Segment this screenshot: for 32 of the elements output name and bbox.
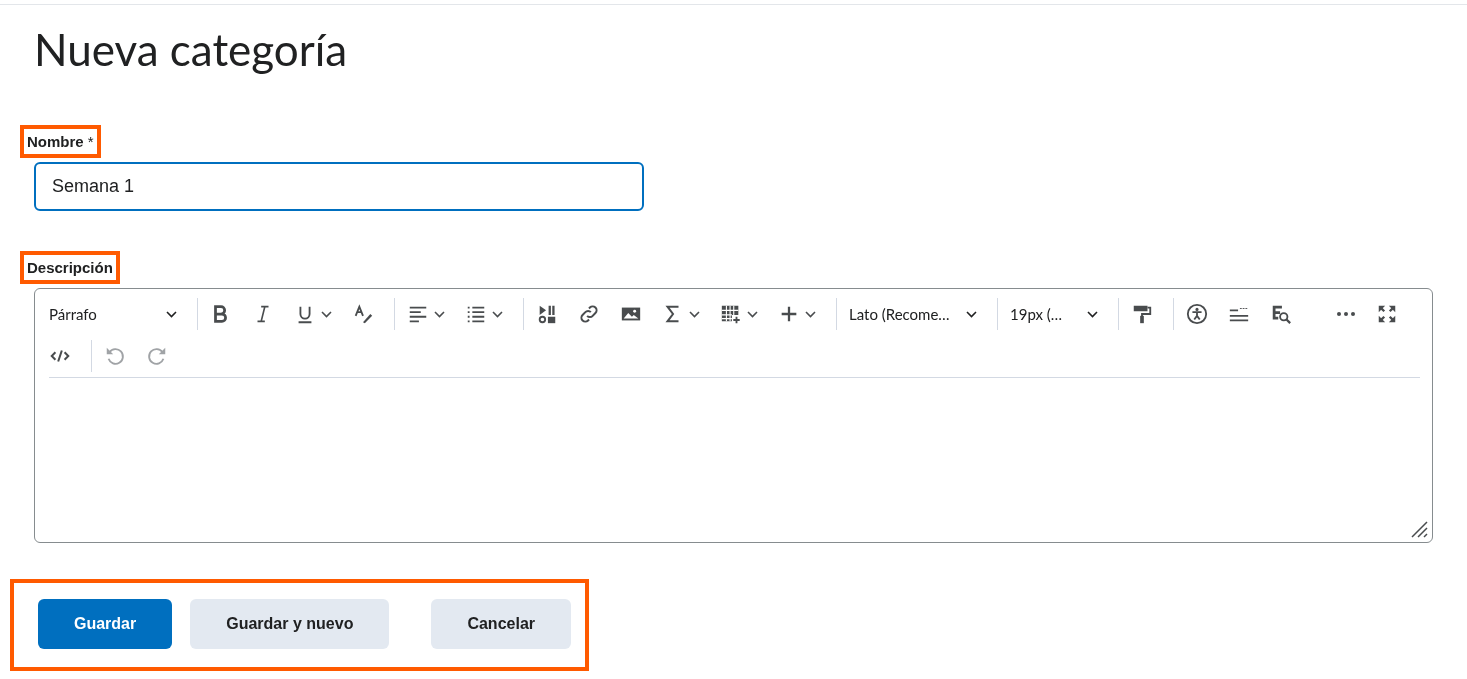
link-icon [578, 303, 600, 325]
caret-icon [966, 310, 977, 318]
name-input-field[interactable]: Semana 1 [34, 162, 644, 211]
action-button[interactable]: Guardar y nuevo [190, 599, 390, 649]
caret-icon [321, 310, 332, 318]
undo-icon [104, 345, 126, 367]
media-icon [536, 303, 558, 325]
format-dropdown[interactable]: 19px (… [1004, 296, 1104, 332]
caret-icon [747, 310, 758, 318]
fullscreen-icon [1376, 303, 1398, 325]
paint-roller-icon [1131, 303, 1153, 325]
text-style-icon [352, 303, 374, 325]
rich-text-editor[interactable]: Párrafo Lato (Recome… 19px (… [34, 288, 1433, 543]
resize-handle-icon[interactable] [1410, 520, 1428, 538]
field-label: Nombre * [20, 125, 101, 158]
redo-icon [146, 345, 168, 367]
accessibility-icon [1186, 303, 1208, 325]
caret-icon [166, 310, 177, 318]
caret-icon [805, 310, 816, 318]
format-dropdown[interactable]: Lato (Recome… [843, 296, 983, 332]
save-button[interactable]: Guardar [38, 599, 173, 649]
field-label: Descripción [20, 251, 120, 284]
more-icon [1336, 311, 1356, 317]
caret-icon [434, 310, 445, 318]
find-icon [1270, 303, 1292, 325]
caret-icon [1087, 310, 1098, 318]
caret-icon [689, 310, 700, 318]
page-title: Nueva categoría [34, 23, 349, 77]
action-button[interactable]: Cancelar [431, 599, 571, 649]
caret-icon [492, 310, 503, 318]
format-dropdown[interactable]: Párrafo [43, 296, 183, 332]
table-icon [720, 303, 742, 325]
